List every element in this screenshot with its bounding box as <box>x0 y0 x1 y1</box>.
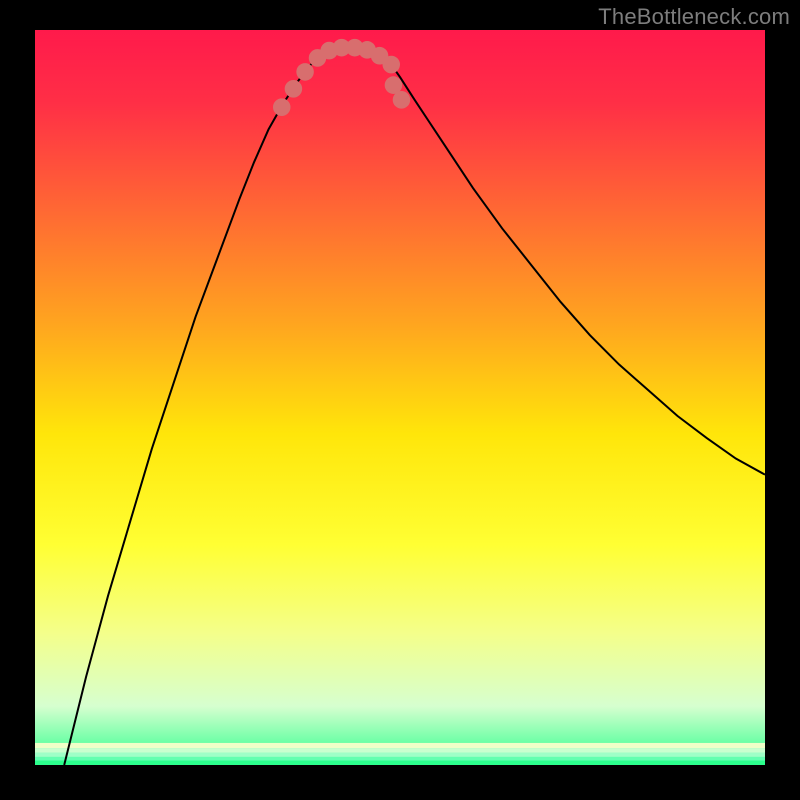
outer-frame: TheBottleneck.com <box>0 0 800 800</box>
marker-dot <box>285 80 303 98</box>
watermark-text: TheBottleneck.com <box>598 4 790 30</box>
marker-dot <box>393 91 411 109</box>
bottom-stripes <box>35 743 765 765</box>
bottleneck-chart <box>35 30 765 765</box>
marker-dot <box>296 63 314 81</box>
plot-area <box>35 30 765 765</box>
marker-dot <box>273 98 291 116</box>
marker-dot <box>382 56 400 74</box>
